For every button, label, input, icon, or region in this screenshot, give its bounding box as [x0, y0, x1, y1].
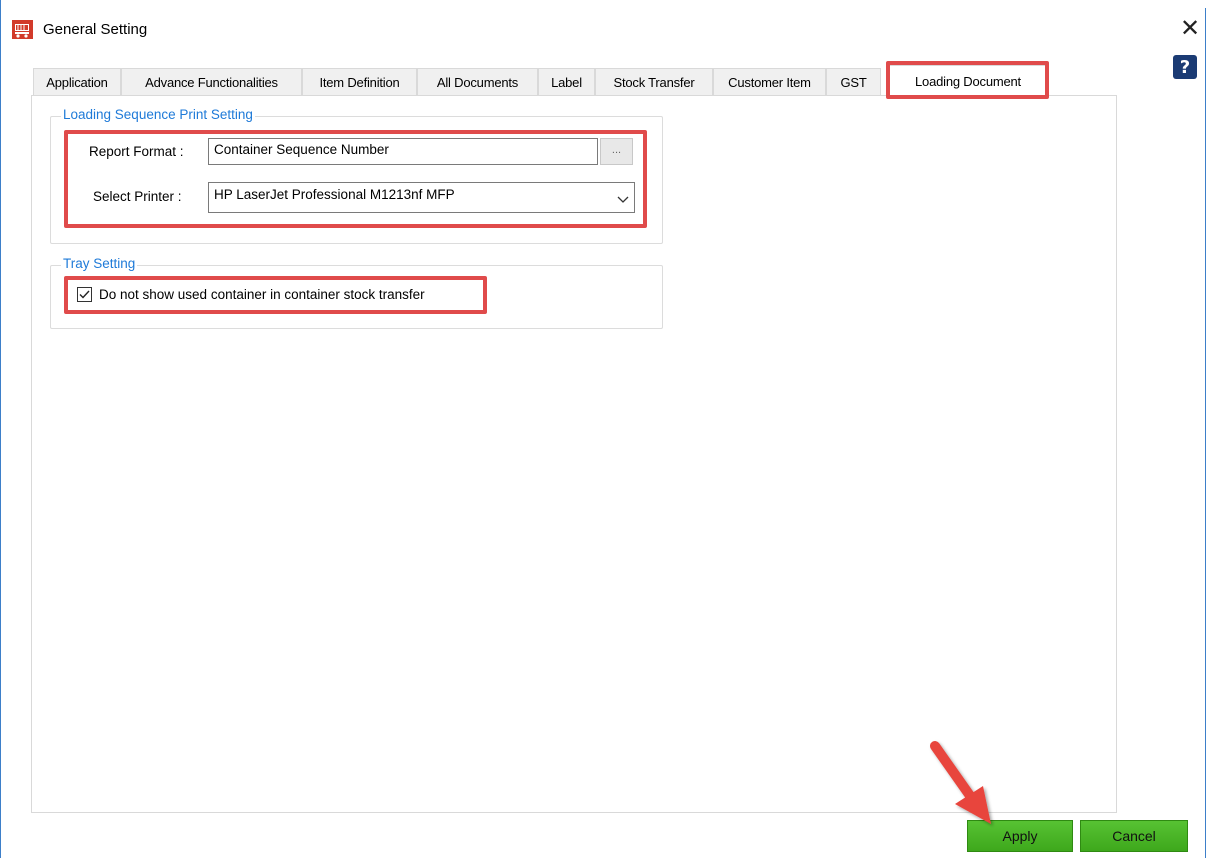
cancel-label: Cancel	[1112, 828, 1156, 844]
tab-label: Customer Item	[728, 75, 811, 90]
window-title: General Setting	[43, 21, 148, 38]
tab-label: All Documents	[436, 75, 519, 90]
report-format-label: Report Format :	[89, 144, 184, 159]
tab-advance-functionalities[interactable]: Advance Functionalities	[121, 68, 302, 96]
checkmark-icon	[79, 290, 90, 299]
browse-report-button[interactable]: ...	[600, 138, 633, 165]
general-setting-window: General Setting ✕ ? Application Advance …	[0, 0, 1206, 858]
report-format-field[interactable]: Container Sequence Number	[208, 138, 598, 165]
cancel-button[interactable]: Cancel	[1080, 820, 1188, 852]
do-not-show-used-container-checkbox[interactable]	[77, 287, 92, 302]
tab-label: Advance Functionalities	[145, 75, 278, 90]
tab-loading-document[interactable]: Loading Document	[889, 65, 1047, 97]
tab-label-settings[interactable]: Label	[538, 68, 595, 96]
shopping-cart-icon	[12, 20, 33, 39]
tab-label: Label	[551, 75, 582, 90]
tab-gst[interactable]: GST	[826, 68, 881, 96]
select-printer-label: Select Printer :	[93, 189, 182, 204]
close-button[interactable]: ✕	[1177, 16, 1203, 42]
loading-sequence-legend: Loading Sequence Print Setting	[61, 107, 255, 122]
browse-button-label: ...	[611, 143, 622, 156]
loading-sequence-group	[50, 116, 663, 244]
tab-all-documents[interactable]: All Documents	[417, 68, 538, 96]
title-bar: General Setting ✕	[1, 8, 1206, 50]
tab-label: Item Definition	[319, 75, 400, 90]
close-icon: ✕	[1179, 15, 1201, 42]
chevron-down-icon	[616, 193, 630, 203]
help-button[interactable]: ?	[1173, 55, 1197, 79]
tab-label: Loading Document	[915, 74, 1021, 89]
tab-label: Application	[46, 75, 108, 90]
tab-item-definition[interactable]: Item Definition	[302, 68, 417, 96]
tray-setting-legend: Tray Setting	[61, 256, 138, 271]
tab-application[interactable]: Application	[33, 68, 121, 96]
checkbox-label: Do not show used container in container …	[99, 287, 425, 302]
tab-customer-item[interactable]: Customer Item	[713, 68, 826, 96]
report-format-value: Container Sequence Number	[214, 142, 389, 157]
select-printer-dropdown[interactable]: HP LaserJet Professional M1213nf MFP	[208, 182, 635, 213]
arrow-icon	[930, 741, 991, 824]
apply-label: Apply	[1002, 828, 1038, 844]
tab-stock-transfer[interactable]: Stock Transfer	[595, 68, 713, 96]
tab-label: GST	[840, 75, 867, 90]
tab-label: Stock Transfer	[613, 75, 695, 90]
select-printer-value: HP LaserJet Professional M1213nf MFP	[214, 187, 455, 202]
top-strip	[1, 0, 1206, 8]
help-icon: ?	[1179, 56, 1191, 78]
